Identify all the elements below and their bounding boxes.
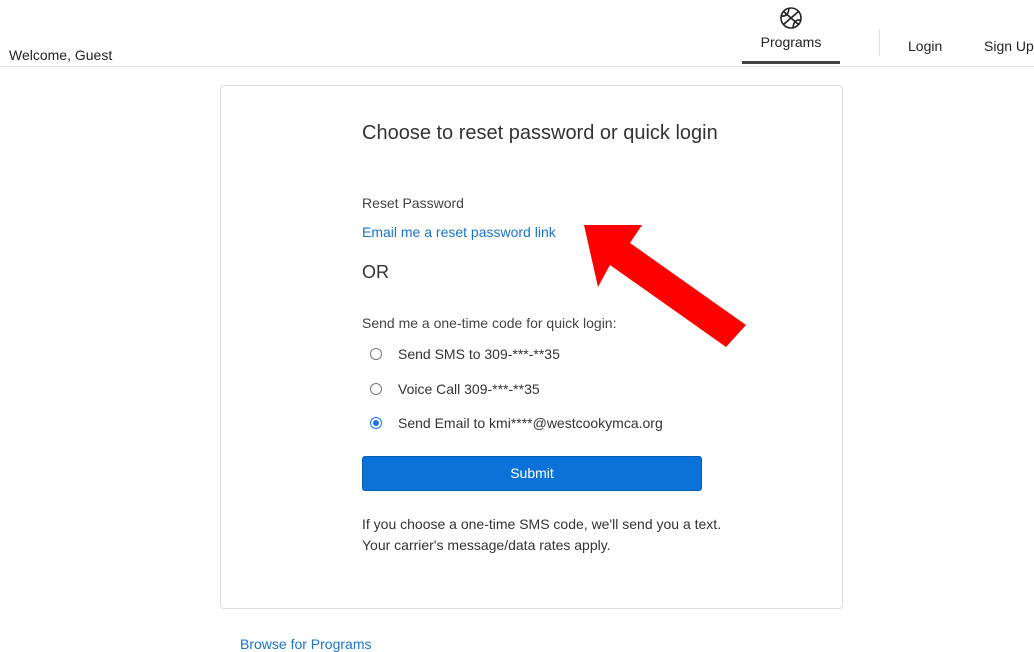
browse-programs-link[interactable]: Browse for Programs (240, 636, 371, 652)
welcome-text: Welcome, Guest (9, 47, 113, 63)
option-email[interactable]: Send Email to kmi****@westcookymca.org (370, 413, 663, 433)
reset-password-heading: Reset Password (362, 195, 464, 211)
or-divider-text: OR (362, 262, 389, 282)
one-time-code-label: Send me a one-time code for quick login: (362, 315, 617, 331)
radio-voice-call[interactable] (370, 383, 382, 395)
option-sms[interactable]: Send SMS to 309-***-**35 (370, 344, 560, 364)
active-tab-indicator (742, 61, 840, 64)
option-voice-call-label: Voice Call 309-***-**35 (398, 381, 540, 397)
nav-programs-label: Programs (760, 34, 822, 50)
email-reset-link[interactable]: Email me a reset password link (362, 224, 556, 240)
nav-divider (879, 30, 880, 56)
signup-link[interactable]: Sign Up (984, 38, 1034, 54)
option-sms-label: Send SMS to 309-***-**35 (398, 346, 560, 362)
submit-button[interactable]: Submit (362, 456, 702, 491)
option-voice-call[interactable]: Voice Call 309-***-**35 (370, 379, 540, 399)
page-title: Choose to reset password or quick login (362, 122, 718, 144)
option-email-label: Send Email to kmi****@westcookymca.org (398, 415, 663, 431)
radio-sms[interactable] (370, 348, 382, 360)
page: Welcome, Guest Programs Login Sign Up Ch… (0, 0, 1034, 652)
basketball-icon (780, 7, 802, 29)
login-link[interactable]: Login (908, 38, 942, 54)
top-header: Welcome, Guest Programs Login Sign Up (0, 0, 1034, 67)
nav-tab-programs[interactable]: Programs (742, 4, 840, 64)
annotation-arrow-icon (584, 225, 746, 347)
radio-email[interactable] (370, 417, 382, 429)
sms-disclaimer: If you choose a one-time SMS code, we'll… (362, 516, 722, 553)
